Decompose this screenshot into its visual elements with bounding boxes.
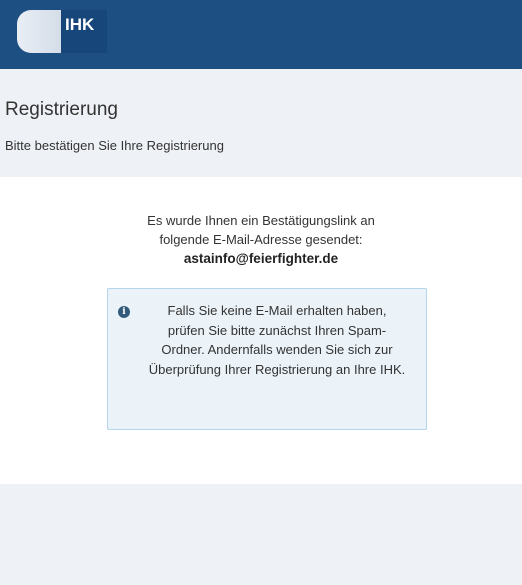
page-header: Registrierung Bitte bestätigen Sie Ihre … (0, 69, 522, 177)
footer-area (0, 484, 522, 585)
logo-swoosh-graphic (17, 10, 61, 53)
message-line-2: folgende E-Mail-Adresse gesendet: (159, 232, 363, 247)
info-circle-icon: i (118, 306, 130, 318)
info-alert: i Falls Sie keine E-Mail erhalten haben,… (107, 288, 427, 430)
ihk-logo[interactable]: IHK (17, 10, 107, 53)
page-title: Registrierung (5, 99, 118, 120)
logo-text: IHK (61, 10, 107, 53)
page-subtitle: Bitte bestätigen Sie Ihre Registrierung (5, 138, 224, 153)
message-line-1: Es wurde Ihnen ein Bestätigungslink an (147, 213, 375, 228)
confirmation-message: Es wurde Ihnen ein Bestätigungslink an f… (96, 211, 426, 268)
confirmation-panel: Es wurde Ihnen ein Bestätigungslink an f… (0, 177, 522, 484)
info-alert-text: Falls Sie keine E-Mail erhalten haben, p… (148, 303, 406, 377)
top-navbar: IHK (0, 0, 522, 69)
email-address: astainfo@feierfighter.de (183, 251, 339, 266)
